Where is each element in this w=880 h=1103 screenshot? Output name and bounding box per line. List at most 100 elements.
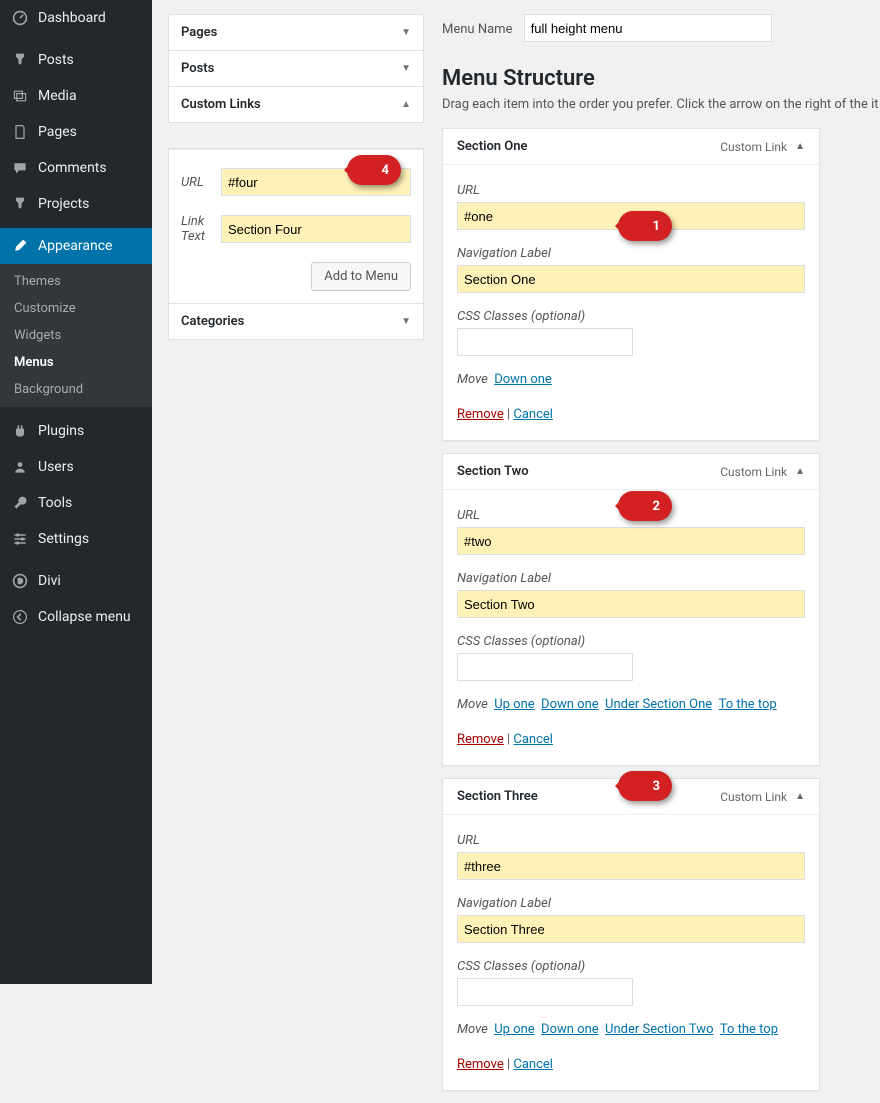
comments-icon (10, 158, 30, 178)
css-label: CSS Classes (optional) (457, 959, 805, 974)
sidebar-item-media[interactable]: Media (0, 78, 152, 114)
remove-link[interactable]: Remove (457, 732, 504, 747)
add-to-menu-button[interactable]: Add to Menu (311, 262, 411, 291)
url-label: URL (457, 833, 805, 848)
pages-icon (10, 122, 30, 142)
cancel-link[interactable]: Cancel (513, 732, 553, 747)
css-label: CSS Classes (optional) (457, 634, 805, 649)
sidebar-item-dashboard[interactable]: Dashboard (0, 0, 152, 36)
move-row: Move Up one Down one Under Section One T… (457, 697, 805, 712)
sidebar-label: Settings (38, 531, 89, 547)
cancel-link[interactable]: Cancel (513, 1057, 553, 1072)
menu-item-header[interactable]: Section One Custom Link ▲ (443, 129, 819, 165)
url-label: URL (181, 175, 221, 190)
chevron-down-icon: ▼ (401, 63, 411, 74)
wrench-icon (10, 493, 30, 513)
menu-name-label: Menu Name (442, 22, 512, 37)
callout-2: 2 (618, 491, 672, 521)
admin-sidebar: Dashboard Posts Media Pages Comments Pro… (0, 0, 152, 984)
menu-item-css-input[interactable] (457, 328, 633, 356)
collapse-icon (10, 607, 30, 627)
move-link[interactable]: Down one (494, 372, 552, 387)
chevron-up-icon: ▲ (795, 141, 805, 152)
main-content: Pages▼ Posts ▼ Custom Links▲ URL Link Tex… (152, 0, 880, 984)
menu-editor-column: Menu Name Menu Structure Drag each item … (442, 14, 880, 1103)
navlabel-label: Navigation Label (457, 571, 805, 586)
callout-4: 4 (347, 155, 401, 185)
sidebar-item-tools[interactable]: Tools (0, 485, 152, 521)
pin-icon (10, 50, 30, 70)
sidebar-item-appearance[interactable]: Appearance (0, 228, 152, 264)
accordion-title: Categories (181, 314, 244, 329)
move-link[interactable]: Up one (494, 1022, 534, 1037)
cancel-link[interactable]: Cancel (513, 407, 553, 422)
move-link[interactable]: Down one (541, 697, 599, 712)
submenu-background[interactable]: Background (0, 376, 152, 403)
menu-item-navlabel-input[interactable] (457, 590, 805, 618)
pin-icon (10, 194, 30, 214)
sidebar-label: Projects (38, 196, 89, 212)
callout-3: 3 (618, 771, 672, 801)
accordion-custom-links-header[interactable]: Custom Links▲ (169, 87, 423, 122)
sidebar-item-pages[interactable]: Pages (0, 114, 152, 150)
chevron-up-icon: ▲ (795, 466, 805, 477)
move-link[interactable]: To the top (719, 697, 777, 712)
menu-item: Section Three Custom Link ▲ URL Navigati… (442, 778, 820, 1091)
remove-link[interactable]: Remove (457, 1057, 504, 1072)
user-icon (10, 457, 30, 477)
move-link[interactable]: Up one (494, 697, 534, 712)
move-link[interactable]: To the top (720, 1022, 778, 1037)
sidebar-item-settings[interactable]: Settings (0, 521, 152, 557)
sidebar-label: Divi (38, 573, 61, 589)
move-row: Move Down one (457, 372, 805, 387)
sidebar-item-collapse[interactable]: Collapse menu (0, 599, 152, 635)
chevron-up-icon: ▲ (401, 99, 411, 110)
linktext-label: Link Text (181, 214, 221, 244)
chevron-down-icon: ▼ (401, 316, 411, 327)
menu-item-type: Custom Link ▲ (720, 140, 805, 154)
brush-icon (10, 236, 30, 256)
menu-item-navlabel-input[interactable] (457, 265, 805, 293)
accordion-title: Posts (181, 61, 214, 76)
custom-link-text-input[interactable] (221, 215, 411, 243)
remove-link[interactable]: Remove (457, 407, 504, 422)
submenu-widgets[interactable]: Widgets (0, 322, 152, 349)
menu-item-title: Section Three (457, 789, 538, 804)
sidebar-label: Pages (38, 124, 77, 140)
move-link[interactable]: Down one (541, 1022, 599, 1037)
divi-icon (10, 571, 30, 591)
sidebar-label: Users (38, 459, 74, 475)
sidebar-label: Dashboard (38, 10, 106, 26)
sidebar-label: Comments (38, 160, 107, 176)
navlabel-label: Navigation Label (457, 896, 805, 911)
menu-item-type: Custom Link ▲ (720, 790, 805, 804)
sidebar-item-projects[interactable]: Projects (0, 186, 152, 222)
sidebar-item-users[interactable]: Users (0, 449, 152, 485)
submenu-customize[interactable]: Customize (0, 295, 152, 322)
menu-name-input[interactable] (524, 14, 772, 42)
accordion-pages[interactable]: Pages▼ (168, 14, 424, 51)
sidebar-item-plugins[interactable]: Plugins (0, 413, 152, 449)
menu-item: Section One Custom Link ▲ URL Navigation… (442, 128, 820, 441)
menu-item-css-input[interactable] (457, 978, 633, 1006)
sidebar-label: Plugins (38, 423, 84, 439)
accordion-posts[interactable]: Posts ▼ (168, 50, 424, 87)
submenu-menus[interactable]: Menus (0, 349, 152, 376)
menu-item-url-input[interactable] (457, 852, 805, 880)
sidebar-label: Posts (38, 52, 74, 68)
menu-item-url-input[interactable] (457, 527, 805, 555)
menu-item-header[interactable]: Section Two Custom Link ▲ (443, 454, 819, 490)
menu-item-css-input[interactable] (457, 653, 633, 681)
dashboard-icon (10, 8, 30, 28)
move-link[interactable]: Under Section One (605, 697, 712, 712)
submenu-themes[interactable]: Themes (0, 268, 152, 295)
url-label: URL (457, 183, 805, 198)
sidebar-label: Appearance (38, 238, 112, 254)
move-link[interactable]: Under Section Two (605, 1022, 713, 1037)
menu-item-navlabel-input[interactable] (457, 915, 805, 943)
sidebar-item-comments[interactable]: Comments (0, 150, 152, 186)
sidebar-item-divi[interactable]: Divi (0, 563, 152, 599)
accordion-custom-links: Custom Links▲ (168, 86, 424, 123)
accordion-categories[interactable]: Categories ▼ (168, 303, 424, 340)
sidebar-item-posts[interactable]: Posts (0, 42, 152, 78)
